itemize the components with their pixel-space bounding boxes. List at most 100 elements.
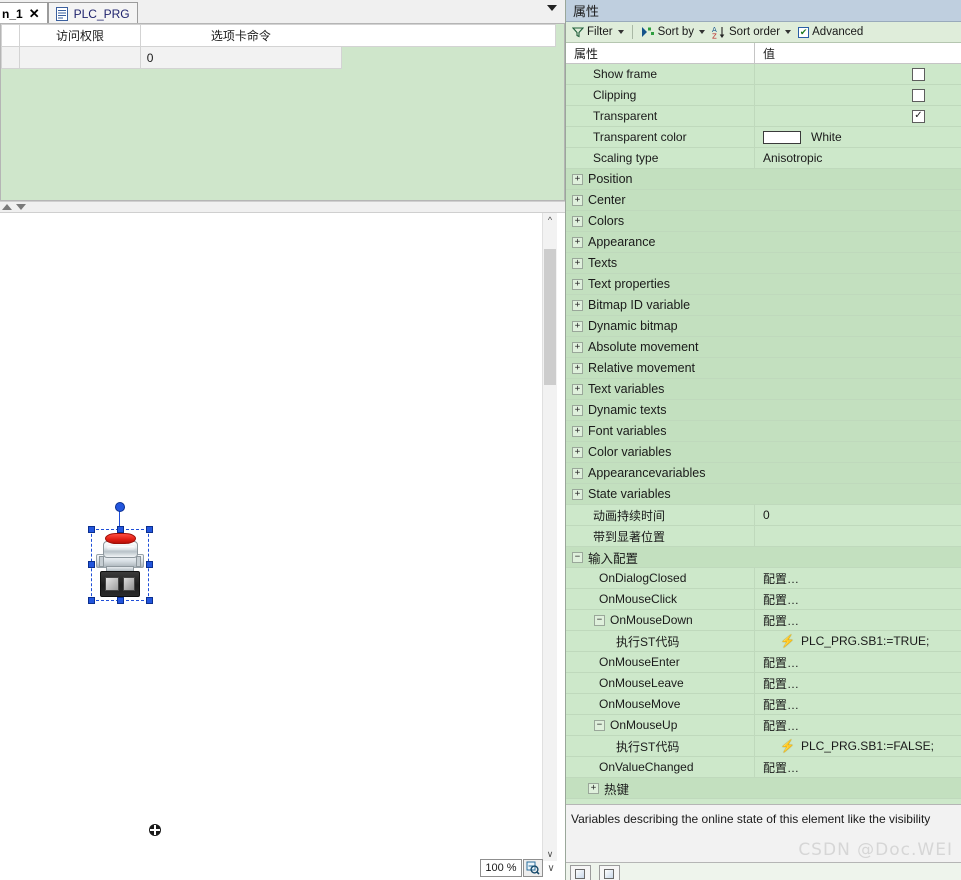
collapse-icon[interactable]: −	[594, 719, 605, 731]
push-button-element[interactable]	[88, 502, 153, 604]
property-value-cell[interactable]: Anisotropic	[755, 148, 961, 168]
property-section-row[interactable]: + Text properties	[566, 274, 961, 295]
property-section-row[interactable]: + Center	[566, 190, 961, 211]
resize-handle-ne[interactable]	[146, 526, 153, 533]
horizontal-splitter[interactable]	[0, 201, 565, 213]
cell-access-rights[interactable]	[19, 46, 141, 69]
expand-icon[interactable]: +	[572, 278, 583, 290]
property-value-cell[interactable]: White	[755, 127, 961, 147]
expand-icon[interactable]: +	[572, 320, 583, 332]
property-row[interactable]: 带到显著位置	[566, 526, 961, 547]
resize-handle-nw[interactable]	[88, 526, 95, 533]
expand-icon[interactable]: +	[572, 173, 583, 185]
checkbox-checked[interactable]: ✓	[912, 109, 925, 123]
property-value-cell[interactable]	[755, 64, 961, 84]
scroll-up-icon[interactable]: ^	[543, 213, 557, 227]
property-value-cell[interactable]: 配置…	[755, 694, 961, 714]
color-swatch[interactable]	[763, 130, 801, 144]
property-section-row[interactable]: + Bitmap ID variable	[566, 295, 961, 316]
property-section-row[interactable]: + State variables	[566, 484, 961, 505]
property-row[interactable]: − OnMouseDown 配置…	[566, 610, 961, 631]
visualization-canvas[interactable]	[0, 213, 565, 880]
expand-icon[interactable]: +	[572, 299, 583, 311]
property-row[interactable]: OnValueChanged 配置…	[566, 757, 961, 778]
property-row[interactable]: Transparent ✓	[566, 106, 961, 127]
advanced-toggle[interactable]: ✔ Advanced	[796, 23, 865, 42]
properties-list[interactable]: Show frame Clipping Transparent ✓ Transparen…	[566, 64, 961, 804]
expand-icon[interactable]: +	[572, 236, 583, 248]
property-row[interactable]: − OnMouseUp 配置…	[566, 715, 961, 736]
property-value-cell[interactable]: 配置…	[755, 757, 961, 777]
property-row[interactable]: Clipping	[566, 85, 961, 106]
advanced-checkbox[interactable]: ✔	[798, 26, 810, 38]
expand-icon[interactable]: +	[572, 341, 583, 353]
collapse-down-icon[interactable]	[16, 204, 26, 210]
property-row[interactable]: Show frame	[566, 64, 961, 85]
expand-icon[interactable]: +	[572, 383, 583, 395]
footer-tab-1[interactable]	[570, 865, 591, 880]
collapse-icon[interactable]: −	[594, 614, 605, 626]
canvas-surface[interactable]	[0, 213, 543, 853]
property-value-cell[interactable]: ✓	[755, 106, 961, 126]
property-value-cell[interactable]: ⚡ PLC_PRG.SB1:=FALSE;	[755, 736, 961, 756]
collapse-icon[interactable]: −	[572, 551, 583, 563]
property-section-row[interactable]: + Position	[566, 169, 961, 190]
tab-visualization[interactable]: n_1 ✕	[0, 2, 48, 24]
property-section-row[interactable]: + Colors	[566, 211, 961, 232]
filter-dropdown-icon[interactable]	[617, 30, 624, 34]
property-value-cell[interactable]	[755, 85, 961, 105]
property-value-cell[interactable]: 配置…	[755, 610, 961, 630]
property-section-row[interactable]: + Text variables	[566, 379, 961, 400]
property-row[interactable]: Scaling type Anisotropic	[566, 148, 961, 169]
move-anchor-icon[interactable]	[149, 824, 161, 836]
property-section-row[interactable]: + Absolute movement	[566, 337, 961, 358]
expand-icon[interactable]: +	[572, 362, 583, 374]
checkbox-unchecked[interactable]	[912, 67, 925, 81]
expand-icon[interactable]: +	[572, 215, 583, 227]
property-row[interactable]: Transparent color White	[566, 127, 961, 148]
property-value-cell[interactable]: 配置…	[755, 652, 961, 672]
zoom-level-field[interactable]: 100 %	[480, 859, 522, 877]
property-value-cell[interactable]: 配置…	[755, 715, 961, 735]
property-section-row[interactable]: + Color variables	[566, 442, 961, 463]
expand-icon[interactable]: +	[588, 782, 599, 794]
property-row[interactable]: 动画持续时间 0	[566, 505, 961, 526]
property-value-cell[interactable]: 配置…	[755, 673, 961, 693]
sort-by-button[interactable]: Sort by	[639, 23, 707, 42]
property-value-cell[interactable]: 配置…	[755, 589, 961, 609]
cell-tab-command[interactable]: 0	[139, 46, 343, 69]
property-section-row[interactable]: + Font variables	[566, 421, 961, 442]
filter-button[interactable]: Filter	[570, 23, 626, 42]
resize-handle-se[interactable]	[146, 597, 153, 604]
expand-icon[interactable]: +	[572, 194, 583, 206]
property-row[interactable]: OnDialogClosed 配置…	[566, 568, 961, 589]
table-row[interactable]: 0	[1, 46, 343, 69]
property-row[interactable]: OnMouseEnter 配置…	[566, 652, 961, 673]
sort-order-button[interactable]: A Z Sort order	[710, 23, 793, 42]
property-section-row[interactable]: + Appearancevariables	[566, 463, 961, 484]
property-value-cell[interactable]: 0	[755, 505, 961, 525]
property-row[interactable]: OnMouseClick 配置…	[566, 589, 961, 610]
sort-by-dropdown-icon[interactable]	[699, 30, 705, 34]
expand-icon[interactable]: +	[572, 446, 583, 458]
property-section-row[interactable]: + Appearance	[566, 232, 961, 253]
canvas-vertical-scrollbar[interactable]: ^ ∨	[542, 213, 557, 861]
property-section-row[interactable]: + Dynamic texts	[566, 400, 961, 421]
zoom-dropdown-icon[interactable]: ∨	[544, 859, 558, 877]
resize-handle-e[interactable]	[146, 561, 153, 568]
property-value-cell[interactable]	[755, 526, 961, 546]
scrollbar-thumb[interactable]	[544, 249, 556, 385]
expand-icon[interactable]: +	[572, 488, 583, 500]
expand-icon[interactable]: +	[572, 404, 583, 416]
property-section-row[interactable]: + 热键	[566, 778, 961, 799]
tab-plc-prg[interactable]: PLC_PRG	[47, 2, 138, 24]
checkbox-unchecked[interactable]	[912, 88, 925, 102]
footer-tab-2[interactable]	[599, 865, 620, 880]
rotation-handle[interactable]	[115, 502, 125, 512]
property-section-row[interactable]: + Texts	[566, 253, 961, 274]
sort-order-dropdown-icon[interactable]	[785, 30, 792, 34]
resize-handle-w[interactable]	[88, 561, 95, 568]
collapse-up-icon[interactable]	[2, 204, 12, 210]
property-row[interactable]: OnMouseMove 配置…	[566, 694, 961, 715]
resize-handle-s[interactable]	[117, 597, 124, 604]
